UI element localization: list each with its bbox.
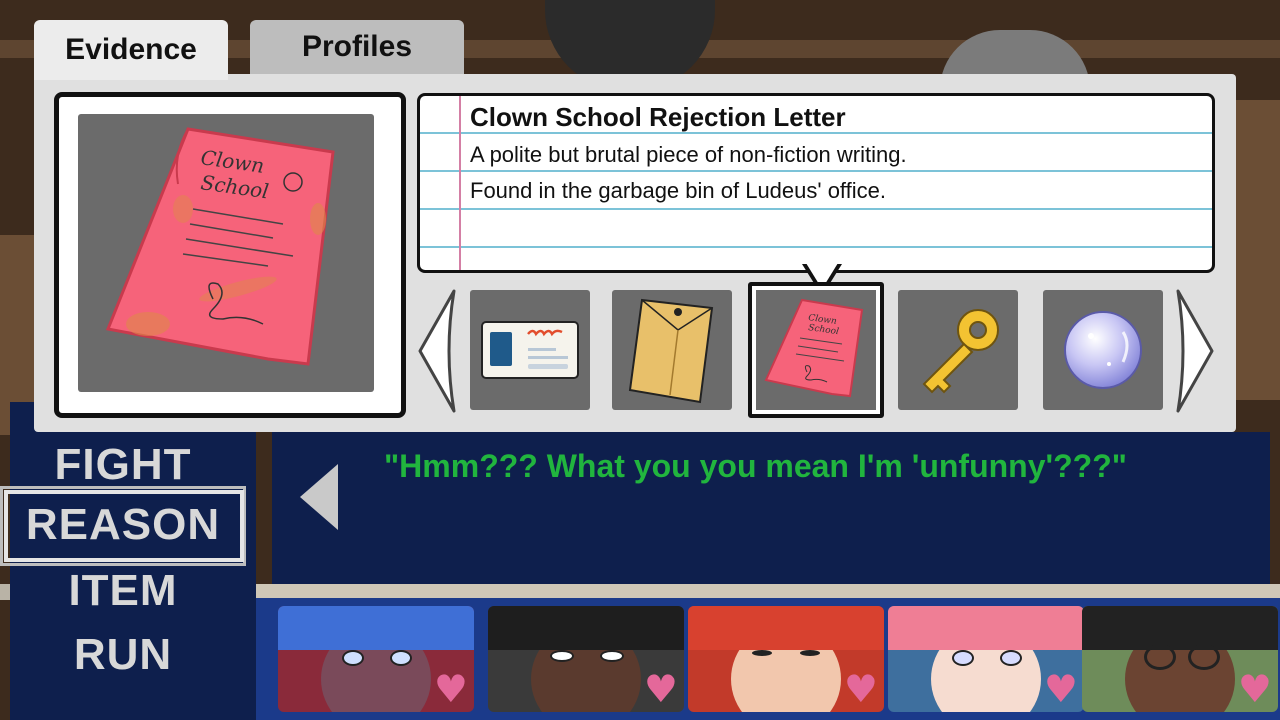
menu-reason[interactable]: REASON	[0, 500, 246, 550]
menu-fight[interactable]: FIGHT	[0, 440, 246, 490]
character-hair	[888, 606, 1084, 650]
party-portrait-5[interactable]: ♥	[1082, 606, 1278, 712]
character-eye	[390, 650, 412, 666]
party-portrait-1[interactable]: ♥	[278, 606, 474, 712]
heart-icon: ♥	[433, 667, 468, 711]
heart-icon: ♥	[643, 667, 678, 711]
envelope-icon	[628, 298, 714, 404]
character-hair	[1082, 606, 1278, 650]
character-eye	[1000, 650, 1022, 666]
character-eye	[952, 650, 974, 666]
party-portrait-3[interactable]: ♥	[688, 606, 884, 712]
evidence-description-notepad: Clown School Rejection Letter A polite b…	[417, 93, 1215, 273]
evidence-slot-rejection-letter[interactable]: Clown School	[748, 282, 884, 418]
id-card-icon	[481, 321, 579, 379]
notepad-rule	[420, 208, 1212, 210]
rejection-letter-icon: Clown School	[764, 298, 864, 398]
evidence-preview-frame: Clown School	[54, 92, 406, 418]
notepad-margin	[459, 96, 461, 270]
evidence-next-arrow[interactable]	[1172, 287, 1218, 415]
character-hair	[488, 606, 684, 650]
evidence-description-line-2: Found in the garbage bin of Ludeus' offi…	[470, 178, 886, 203]
shelf-side-right	[1236, 100, 1280, 400]
dialogue-back-button[interactable]	[298, 462, 340, 536]
notepad-rule	[420, 170, 1212, 172]
evidence-slot-gold-key[interactable]	[898, 290, 1018, 410]
tab-profiles[interactable]: Profiles	[250, 20, 464, 74]
glasses-lens	[1144, 644, 1176, 670]
heart-icon: ♥	[1043, 667, 1078, 711]
crystal-orb-icon	[1064, 311, 1142, 389]
character-eye	[342, 650, 364, 666]
character-eye	[800, 650, 820, 656]
evidence-slot-envelope[interactable]	[612, 290, 732, 410]
rejection-letter-illustration: Clown School	[105, 127, 335, 366]
evidence-preview-image: Clown School	[78, 114, 374, 392]
party-portrait-4[interactable]: ♥	[888, 606, 1084, 712]
evidence-title: Clown School Rejection Letter	[470, 102, 846, 132]
character-eye	[752, 650, 772, 656]
dialogue-text: "Hmm??? What you you mean I'm 'unfunny'?…	[384, 448, 1127, 484]
character-hair	[278, 606, 474, 650]
evidence-slot-crystal-orb[interactable]	[1043, 290, 1163, 410]
character-eye	[550, 650, 574, 662]
evidence-prev-arrow[interactable]	[414, 287, 460, 415]
heart-icon: ♥	[1237, 667, 1272, 711]
evidence-description-line-1: A polite but brutal piece of non-fiction…	[470, 142, 907, 167]
desk-edge-right	[256, 584, 1280, 598]
heart-icon: ♥	[843, 667, 878, 711]
party-portrait-2[interactable]: ♥	[488, 606, 684, 712]
chevron-left-icon	[418, 289, 456, 413]
evidence-slot-id-card[interactable]	[470, 290, 590, 410]
triangle-left-icon	[300, 464, 338, 530]
gold-key-icon	[922, 309, 999, 394]
evidence-panel: Clown School Clown School Rejection Lett…	[34, 74, 1236, 432]
character-eye	[600, 650, 624, 662]
menu-run[interactable]: RUN	[0, 630, 246, 680]
chevron-right-icon	[1176, 289, 1214, 413]
glasses-lens	[1188, 644, 1220, 670]
notepad-rule	[420, 246, 1212, 248]
menu-item[interactable]: ITEM	[0, 566, 246, 616]
character-hair	[688, 606, 884, 650]
tab-evidence[interactable]: Evidence	[34, 20, 228, 80]
